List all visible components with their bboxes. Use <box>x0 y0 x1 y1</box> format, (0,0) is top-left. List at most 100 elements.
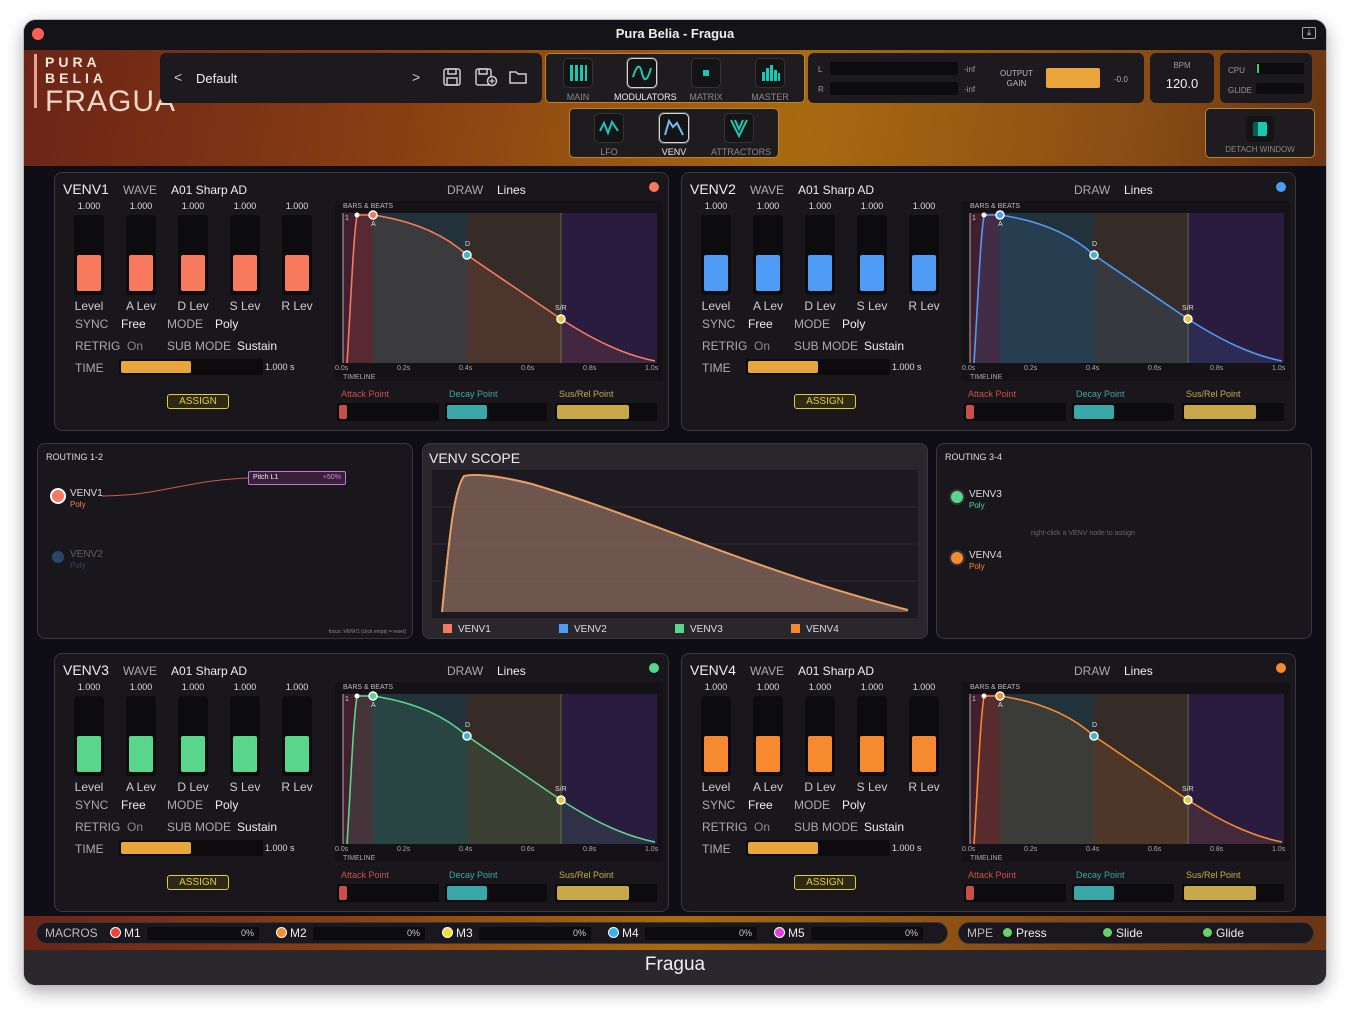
attack-point-slider[interactable] <box>337 884 439 902</box>
mode-value[interactable]: Poly <box>215 798 238 812</box>
macro-m5[interactable]: M5 <box>775 926 805 940</box>
retrig-value[interactable]: On <box>127 339 143 353</box>
slider-a-lev[interactable]: 1.000 A Lev <box>119 201 163 313</box>
slider-track[interactable] <box>282 215 312 295</box>
slider-track[interactable] <box>753 696 783 776</box>
macro-m1[interactable]: M1 <box>111 926 141 940</box>
slider-d-lev[interactable]: 1.000 D Lev <box>171 682 215 794</box>
tab-main[interactable]: MAIN <box>550 56 606 102</box>
macro-m3[interactable]: M3 <box>443 926 473 940</box>
retrig-value[interactable]: On <box>127 820 143 834</box>
slider-level[interactable]: 1.000 Level <box>694 201 738 313</box>
slider-d-lev[interactable]: 1.000 D Lev <box>171 201 215 313</box>
detach-window-button[interactable]: DETACH WINDOW <box>1205 108 1315 158</box>
attack-point-slider[interactable] <box>964 884 1066 902</box>
tab-matrix[interactable]: MATRIX <box>678 56 734 102</box>
mod-target-chip[interactable]: Pitch L1 +50% <box>248 471 346 485</box>
slider-level[interactable]: 1.000 Level <box>67 682 111 794</box>
sync-value[interactable]: Free <box>748 317 773 331</box>
submode-value[interactable]: Sustain <box>864 820 904 834</box>
draw-select[interactable]: Lines <box>1124 664 1153 678</box>
tab-modulators[interactable]: MODULATORS <box>614 56 677 102</box>
submode-value[interactable]: Sustain <box>237 820 277 834</box>
close-window-button[interactable] <box>32 28 44 40</box>
slider-track[interactable] <box>701 696 731 776</box>
mpe-press[interactable]: Press <box>1003 926 1047 940</box>
slider-track[interactable] <box>230 696 260 776</box>
envelope-editor[interactable]: BARS & BEATS 1 A D S/R 0.0s 0.2s 0.4s 0.6s 0.8s 1.… <box>962 682 1290 862</box>
sync-value[interactable]: Free <box>121 798 146 812</box>
output-gain-slider[interactable] <box>1046 68 1100 88</box>
time-slider[interactable] <box>119 840 263 856</box>
attack-point-slider[interactable] <box>964 403 1066 421</box>
decay-point-slider[interactable] <box>445 403 547 421</box>
slider-track[interactable] <box>909 696 939 776</box>
wave-select[interactable]: A01 Sharp AD <box>171 183 247 197</box>
mpe-glide[interactable]: Glide <box>1203 926 1244 940</box>
slider-d-lev[interactable]: 1.000 D Lev <box>798 682 842 794</box>
susrel-point-slider[interactable] <box>555 884 657 902</box>
time-slider[interactable] <box>746 840 890 856</box>
slider-track[interactable] <box>701 215 731 295</box>
decay-point-slider[interactable] <box>445 884 547 902</box>
susrel-point-slider[interactable] <box>1182 884 1284 902</box>
submode-value[interactable]: Sustain <box>864 339 904 353</box>
susrel-point-slider[interactable] <box>1182 403 1284 421</box>
tab-venv[interactable]: VENV <box>646 111 702 157</box>
slider-a-lev[interactable]: 1.000 A Lev <box>746 201 790 313</box>
decay-point-slider[interactable] <box>1072 884 1174 902</box>
tab-attractors[interactable]: ATTRACTORS <box>711 111 771 157</box>
slider-s-lev[interactable]: 1.000 S Lev <box>850 682 894 794</box>
slider-track[interactable] <box>74 696 104 776</box>
slider-s-lev[interactable]: 1.000 S Lev <box>223 201 267 313</box>
assign-button[interactable]: ASSIGN <box>794 875 856 890</box>
slider-d-lev[interactable]: 1.000 D Lev <box>798 201 842 313</box>
slider-r-lev[interactable]: 1.000 R Lev <box>902 682 946 794</box>
slider-track[interactable] <box>230 215 260 295</box>
save-as-icon[interactable] <box>474 67 498 87</box>
macro-m4[interactable]: M4 <box>609 926 639 940</box>
sync-value[interactable]: Free <box>748 798 773 812</box>
assign-button[interactable]: ASSIGN <box>794 394 856 409</box>
slider-r-lev[interactable]: 1.000 R Lev <box>275 682 319 794</box>
assign-button[interactable]: ASSIGN <box>167 394 229 409</box>
wave-select[interactable]: A01 Sharp AD <box>798 183 874 197</box>
download-icon[interactable]: ⤓ <box>1302 27 1316 39</box>
slider-level[interactable]: 1.000 Level <box>694 682 738 794</box>
susrel-point-slider[interactable] <box>555 403 657 421</box>
slider-track[interactable] <box>126 215 156 295</box>
time-slider[interactable] <box>119 359 263 375</box>
slider-track[interactable] <box>178 215 208 295</box>
slider-a-lev[interactable]: 1.000 A Lev <box>119 682 163 794</box>
mode-value[interactable]: Poly <box>842 798 865 812</box>
preset-prev-button[interactable]: < <box>174 69 182 85</box>
mode-value[interactable]: Poly <box>842 317 865 331</box>
slider-s-lev[interactable]: 1.000 S Lev <box>223 682 267 794</box>
attack-point-slider[interactable] <box>337 403 439 421</box>
slider-track[interactable] <box>282 696 312 776</box>
sync-value[interactable]: Free <box>121 317 146 331</box>
submode-value[interactable]: Sustain <box>237 339 277 353</box>
slider-track[interactable] <box>126 696 156 776</box>
slider-track[interactable] <box>909 215 939 295</box>
envelope-editor[interactable]: BARS & BEATS 1 A D S/R 0.0s 0.2s 0.4s 0.6s 0.8s 1.… <box>335 682 663 862</box>
retrig-value[interactable]: On <box>754 339 770 353</box>
slider-track[interactable] <box>857 696 887 776</box>
slider-track[interactable] <box>753 215 783 295</box>
preset-next-button[interactable]: > <box>412 69 420 85</box>
slider-track[interactable] <box>805 696 835 776</box>
glide-meter[interactable] <box>1256 83 1304 94</box>
slider-track[interactable] <box>857 215 887 295</box>
mode-value[interactable]: Poly <box>215 317 238 331</box>
draw-select[interactable]: Lines <box>1124 183 1153 197</box>
slider-s-lev[interactable]: 1.000 S Lev <box>850 201 894 313</box>
tab-lfo[interactable]: LFO <box>581 111 637 157</box>
retrig-value[interactable]: On <box>754 820 770 834</box>
tab-master[interactable]: MASTER <box>742 56 798 102</box>
bpm-value[interactable]: 120.0 <box>1150 76 1214 91</box>
slider-track[interactable] <box>805 215 835 295</box>
envelope-editor[interactable]: BARS & BEATS 1 A D S/R 0.0s 0.2s 0.4s 0.6s 0.8s 1.… <box>335 201 663 381</box>
decay-point-slider[interactable] <box>1072 403 1174 421</box>
folder-icon[interactable] <box>508 67 528 87</box>
time-slider[interactable] <box>746 359 890 375</box>
